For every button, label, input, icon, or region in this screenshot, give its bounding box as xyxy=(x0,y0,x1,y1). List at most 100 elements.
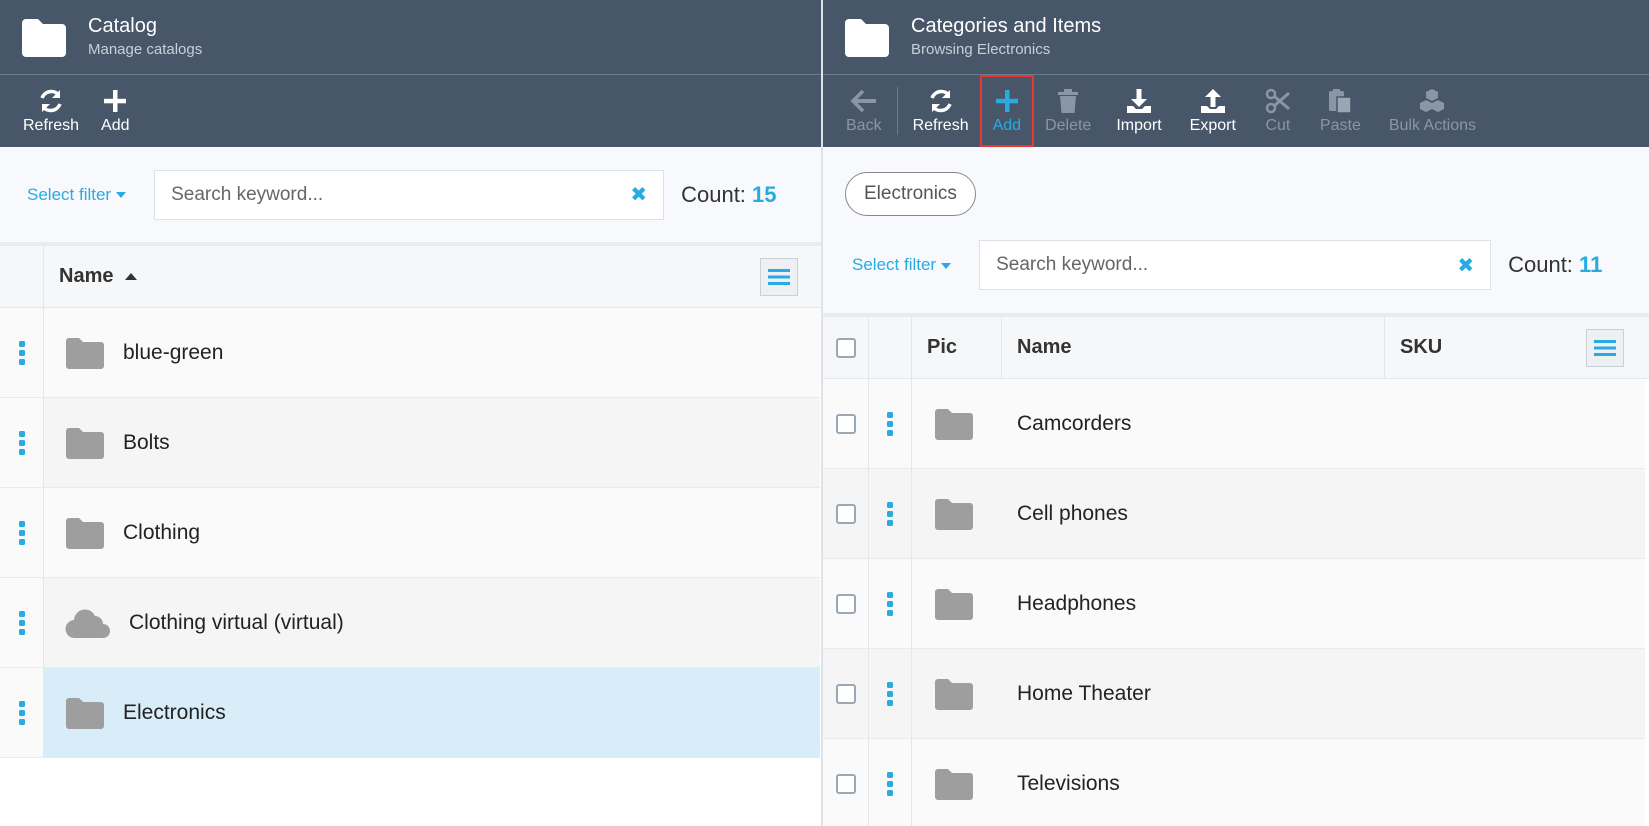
paste-icon xyxy=(1329,89,1353,114)
upload-icon xyxy=(1200,89,1225,113)
add-button[interactable]: Add xyxy=(979,75,1035,147)
sku-column-header[interactable]: SKU xyxy=(1385,317,1442,378)
cut-button[interactable]: Cut xyxy=(1250,75,1306,147)
clear-search-icon[interactable]: ✖ xyxy=(1457,253,1474,278)
pic-cell xyxy=(912,649,1002,738)
refresh-button[interactable]: Refresh xyxy=(12,75,90,147)
pic-cell xyxy=(912,379,1002,468)
table-row[interactable]: Televisions xyxy=(823,739,1645,826)
refresh-label: Refresh xyxy=(912,117,969,134)
delete-button[interactable]: Delete xyxy=(1034,75,1102,147)
cut-label: Cut xyxy=(1265,117,1291,134)
search-input[interactable] xyxy=(996,254,1427,276)
delete-label: Delete xyxy=(1045,117,1092,134)
row-checkbox[interactable] xyxy=(835,413,856,434)
select-all-checkbox[interactable] xyxy=(835,337,856,358)
column-menu-button[interactable] xyxy=(760,258,798,296)
drag-handle-icon xyxy=(18,700,25,725)
row-checkbox-cell xyxy=(823,469,869,558)
row-menu-handle[interactable] xyxy=(869,739,912,826)
plus-icon xyxy=(104,90,127,112)
arrow-left-icon xyxy=(850,89,876,113)
folder-icon xyxy=(935,768,973,800)
list-item[interactable]: Clothing virtual (virtual) xyxy=(0,578,820,668)
row-menu-handle[interactable] xyxy=(869,379,912,468)
row-checkbox[interactable] xyxy=(835,773,856,794)
name-column-header[interactable]: Name xyxy=(44,246,138,307)
name-column-label: Name xyxy=(1017,336,1072,358)
drag-handle-icon xyxy=(887,411,893,436)
table-row[interactable]: Camcorders xyxy=(823,379,1645,469)
row-checkbox[interactable] xyxy=(835,683,856,704)
item-count: Count: 11 xyxy=(1508,252,1602,278)
row-menu-handle[interactable] xyxy=(0,578,44,667)
select-filter-dropdown[interactable]: Select filter xyxy=(27,185,127,205)
row-label: Cell phones xyxy=(1017,501,1128,525)
row-label: Home Theater xyxy=(1017,681,1151,705)
table-row[interactable]: Headphones xyxy=(823,559,1645,649)
hamburger-icon xyxy=(768,269,790,285)
sku-column-label: SKU xyxy=(1400,336,1443,358)
list-item[interactable]: Clothing xyxy=(0,488,820,578)
name-column-header[interactable]: Name xyxy=(1002,317,1385,378)
item-count: Count: 15 xyxy=(681,182,776,208)
row-checkbox-cell xyxy=(823,379,869,468)
drag-handle-icon xyxy=(18,610,25,635)
drag-handle-icon xyxy=(887,501,893,526)
row-menu-handle[interactable] xyxy=(869,469,912,558)
row-label: Camcorders xyxy=(1017,411,1132,435)
row-menu-handle[interactable] xyxy=(0,488,44,577)
row-menu-handle[interactable] xyxy=(0,308,44,397)
bulk-actions-button[interactable]: Bulk Actions xyxy=(1375,75,1490,147)
folder-icon xyxy=(66,697,104,729)
pic-column-header[interactable]: Pic xyxy=(912,317,1002,378)
refresh-button[interactable]: Refresh xyxy=(902,75,980,147)
filter-bar: Select filter ✖ Count: 15 xyxy=(0,147,821,242)
drag-handle-icon xyxy=(18,340,25,365)
catalog-header: Catalog Manage catalogs xyxy=(0,0,821,75)
select-all-column xyxy=(823,317,869,378)
folder-icon xyxy=(845,19,889,57)
select-filter-dropdown[interactable]: Select filter xyxy=(852,255,952,275)
back-button[interactable]: Back xyxy=(835,75,893,147)
drag-handle-icon xyxy=(887,681,893,706)
back-label: Back xyxy=(846,117,882,134)
row-label: Bolts xyxy=(123,430,170,454)
clear-search-icon[interactable]: ✖ xyxy=(630,182,647,207)
folder-icon xyxy=(66,517,104,549)
count-value: 11 xyxy=(1579,252,1603,277)
table-row[interactable]: Cell phones xyxy=(823,469,1645,559)
add-button[interactable]: Add xyxy=(90,75,140,147)
row-menu-handle[interactable] xyxy=(0,398,44,487)
export-button[interactable]: Export xyxy=(1176,75,1250,147)
folder-icon xyxy=(935,408,973,440)
caret-down-icon xyxy=(941,262,952,269)
pic-cell xyxy=(912,739,1002,826)
folder-icon xyxy=(22,19,66,57)
hamburger-icon xyxy=(1594,340,1616,356)
breadcrumb-chip[interactable]: Electronics xyxy=(845,172,976,216)
row-label: blue-green xyxy=(123,340,224,364)
list-item[interactable]: Electronics xyxy=(0,668,820,758)
handle-column-header xyxy=(869,317,912,378)
row-checkbox[interactable] xyxy=(835,593,856,614)
pic-cell xyxy=(912,559,1002,648)
name-column-label: Name xyxy=(59,265,114,287)
refresh-label: Refresh xyxy=(23,117,80,134)
row-menu-handle[interactable] xyxy=(0,668,44,757)
trash-icon xyxy=(1058,89,1079,113)
row-menu-handle[interactable] xyxy=(869,649,912,738)
list-item[interactable]: blue-green xyxy=(0,308,820,398)
list-item[interactable]: Bolts xyxy=(0,398,820,488)
import-button[interactable]: Import xyxy=(1102,75,1175,147)
table-row[interactable]: Home Theater xyxy=(823,649,1645,739)
row-checkbox[interactable] xyxy=(835,503,856,524)
search-input[interactable] xyxy=(171,183,600,206)
paste-button[interactable]: Paste xyxy=(1306,75,1375,147)
row-menu-handle[interactable] xyxy=(869,559,912,648)
categories-header: Categories and Items Browsing Electronic… xyxy=(823,0,1649,75)
grid-header: Pic Name SKU xyxy=(823,317,1649,379)
column-menu-button[interactable] xyxy=(1586,329,1624,367)
categories-toolbar: Back Refresh Add Delete Import Export Cu… xyxy=(823,75,1649,147)
row-checkbox-cell xyxy=(823,739,869,826)
